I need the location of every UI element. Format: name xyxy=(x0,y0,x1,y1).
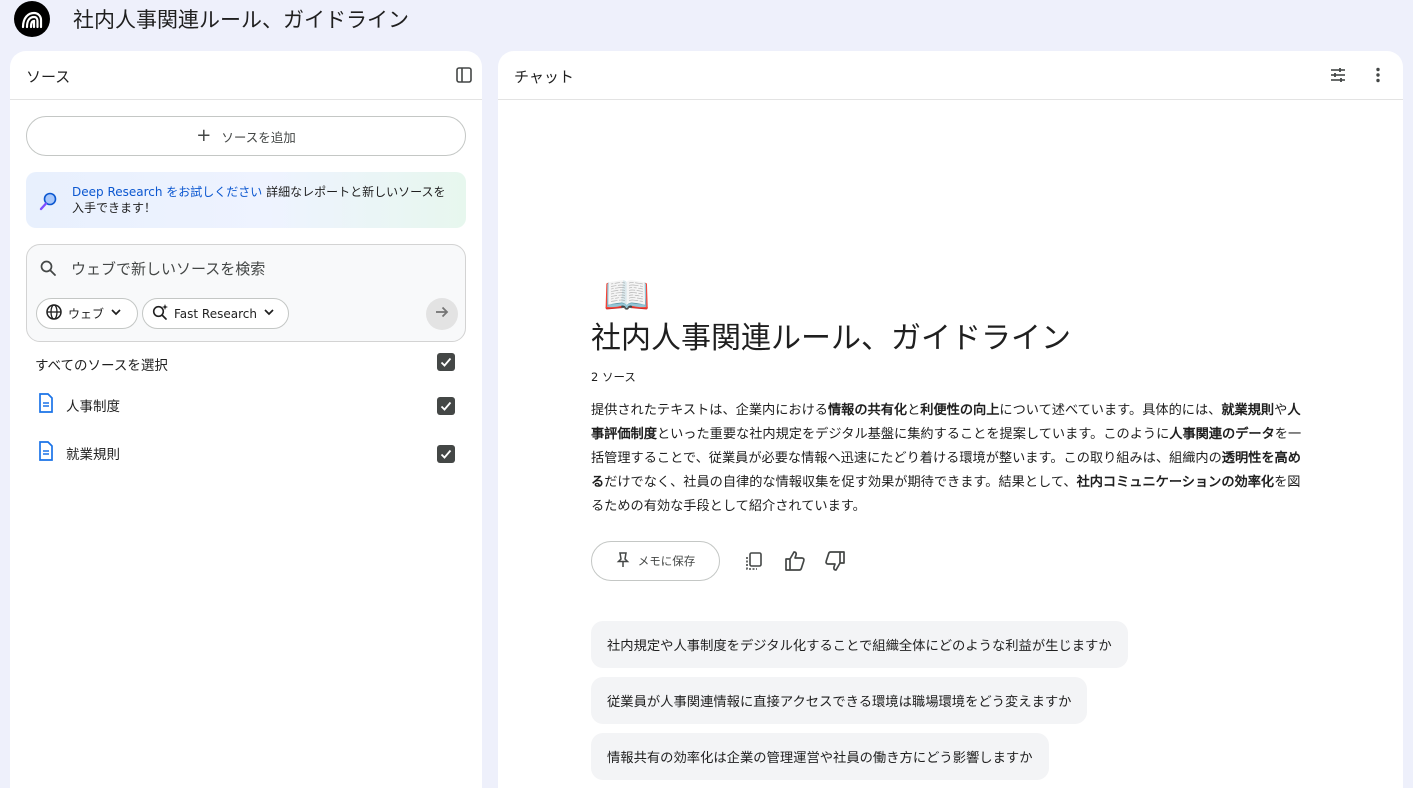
source-item-shugyo-kisoku[interactable]: 就業規則 xyxy=(38,441,120,465)
collapse-panel-icon[interactable] xyxy=(452,63,476,87)
source-name: 人事制度 xyxy=(66,399,120,415)
search-icon xyxy=(39,259,57,281)
plus-icon: + xyxy=(196,125,212,146)
summary-text: 提供されたテキストは、企業内における xyxy=(591,403,828,418)
summary-highlight: 社内コミュニケーションの効率化 xyxy=(1076,475,1275,490)
source-count: 2 ソース xyxy=(591,370,636,384)
globe-icon xyxy=(45,303,63,324)
search-input[interactable] xyxy=(71,257,441,281)
top-bar: 社内人事関連ルール、ガイドライン xyxy=(0,0,1413,40)
source-name: 就業規則 xyxy=(66,447,120,463)
suggested-question[interactable]: 社内規定や人事制度をデジタル化することで組織全体にどのような利益が生じますか xyxy=(591,621,1128,668)
thumbs-up-icon[interactable] xyxy=(783,549,807,573)
research-mode-label: Fast Research xyxy=(174,306,257,321)
chat-panel-title: チャット xyxy=(514,68,574,86)
source-item-jinji-seido[interactable]: 人事制度 xyxy=(38,393,120,417)
copy-icon[interactable] xyxy=(742,549,766,573)
web-source-search: ウェブ Fast Research xyxy=(26,244,466,342)
summary-text: と xyxy=(907,403,921,418)
submit-search-button[interactable] xyxy=(426,298,458,330)
notebooklm-logo-icon[interactable] xyxy=(14,1,50,37)
summary-text: について述べています。具体的には、 xyxy=(999,403,1222,418)
sources-panel-title: ソース xyxy=(26,68,71,86)
summary-text: といった重要な社内規定をデジタル基盤に集約することを提案しています。このように xyxy=(656,427,1170,442)
source-checkbox[interactable] xyxy=(437,397,455,415)
thumbs-down-icon[interactable] xyxy=(823,549,847,573)
add-source-button[interactable]: + ソースを追加 xyxy=(26,116,466,156)
summary-highlight: 就業規則 xyxy=(1221,403,1275,418)
summary-highlight: 人事関連のデータ xyxy=(1169,427,1275,442)
magnifier-sparkle-icon xyxy=(38,190,60,212)
deep-research-link[interactable]: Deep Research をお試しください xyxy=(72,185,262,199)
tune-settings-icon[interactable] xyxy=(1326,63,1350,87)
chevron-down-icon xyxy=(109,305,123,322)
summary-highlight: 情報の共有化 xyxy=(827,403,908,418)
summary-highlight: 利便性の向上 xyxy=(920,403,1000,418)
web-source-dropdown[interactable]: ウェブ xyxy=(36,298,138,329)
chat-panel-header: チャット xyxy=(498,51,1403,100)
document-icon xyxy=(38,441,54,465)
sources-panel-header: ソース xyxy=(10,51,482,100)
search-sparkle-icon xyxy=(151,303,169,324)
notebook-summary: 提供されたテキストは、企業内における情報の共有化と利便性の向上について述べていま… xyxy=(591,399,1304,519)
notebook-title[interactable]: 社内人事関連ルール、ガイドライン xyxy=(73,4,409,34)
summary-text: だけでなく、社員の自律的な情報収集を促す効果が期待できます。結果として、 xyxy=(604,475,1077,490)
add-source-label: ソースを追加 xyxy=(221,129,296,145)
chat-panel: チャット 📖 社内人事関連ルール、ガイドライン 2 ソース 提供されたテキストは… xyxy=(498,51,1403,788)
source-checkbox[interactable] xyxy=(437,445,455,463)
more-vert-icon[interactable] xyxy=(1366,63,1390,87)
sources-panel: ソース + ソースを追加 Deep Research をお試しください 詳細なレ… xyxy=(10,51,482,788)
research-mode-dropdown[interactable]: Fast Research xyxy=(142,298,289,329)
notebook-emoji: 📖 xyxy=(603,273,651,317)
pin-icon xyxy=(616,551,630,571)
suggested-question[interactable]: 従業員が人事関連情報に直接アクセスできる環境は職場環境をどう変えますか xyxy=(591,677,1088,724)
arrow-right-icon xyxy=(433,303,451,325)
chevron-down-icon xyxy=(262,305,276,322)
select-all-checkbox[interactable] xyxy=(437,353,455,371)
deep-research-promo[interactable]: Deep Research をお試しください 詳細なレポートと新しいソースを入手… xyxy=(26,172,466,228)
suggested-question[interactable]: 情報共有の効率化は企業の管理運営や社員の働き方にどう影響しますか xyxy=(591,733,1049,780)
document-icon xyxy=(38,393,54,417)
notebook-heading: 社内人事関連ルール、ガイドライン xyxy=(591,321,1071,356)
save-to-note-label: メモに保存 xyxy=(637,554,696,568)
summary-text: や xyxy=(1274,403,1288,418)
web-chip-label: ウェブ xyxy=(68,307,105,321)
save-to-note-button[interactable]: メモに保存 xyxy=(591,541,720,581)
select-all-label: すべてのソースを選択 xyxy=(35,358,168,374)
